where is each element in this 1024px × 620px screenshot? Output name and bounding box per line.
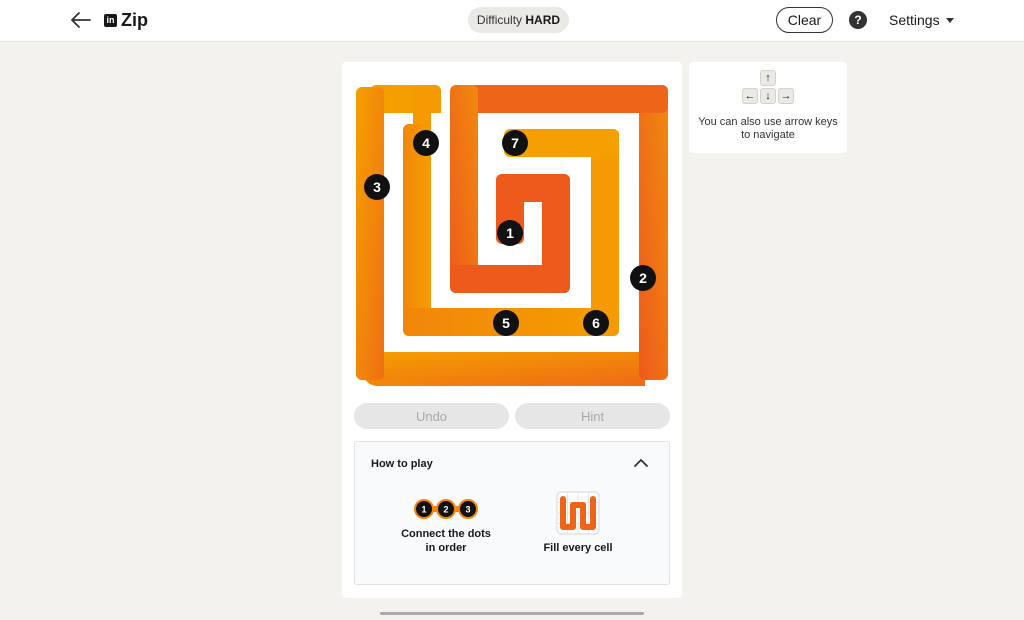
back-arrow-icon [71, 12, 91, 28]
settings-menu[interactable]: Settings [889, 12, 954, 28]
board-gap [524, 202, 542, 265]
svg-text:2: 2 [639, 270, 647, 286]
arrow-keys-icon: ↑ ← ↓ → [741, 70, 795, 106]
game-board[interactable]: 1 2 3 4 5 6 7 [355, 82, 669, 386]
brand[interactable]: in Zip [104, 9, 148, 31]
keyboard-tip-text: You can also use arrow keys to navigate [698, 116, 838, 141]
back-button[interactable] [68, 9, 94, 31]
how-to-play-title: How to play [371, 458, 433, 470]
game-card: 1 2 3 4 5 6 7 Undo Hint How to play 1 2 … [342, 62, 682, 598]
board-gap [441, 85, 450, 124]
dot-1[interactable]: 1 [497, 220, 523, 246]
how-to-play-panel: How to play 1 2 3 Connect the dots in or… [354, 441, 670, 585]
arrow-down-key: ↓ [760, 88, 776, 104]
help-icon[interactable]: ? [849, 11, 867, 29]
clear-button[interactable]: Clear [776, 7, 833, 33]
caret-down-icon [945, 17, 954, 23]
chevron-up-icon[interactable] [633, 456, 649, 470]
dot-4[interactable]: 4 [413, 130, 439, 156]
svg-text:6: 6 [592, 315, 600, 331]
board-gap [478, 113, 639, 129]
rule-dot-2: 2 [443, 505, 448, 515]
difficulty-badge: Difficulty HARD [468, 7, 569, 33]
brand-name: Zip [121, 9, 148, 30]
svg-text:1: 1 [506, 225, 514, 241]
dot-2[interactable]: 2 [630, 265, 656, 291]
dot-6[interactable]: 6 [583, 310, 609, 336]
path-segment [450, 85, 478, 293]
linkedin-logo-icon: in [104, 13, 117, 27]
svg-text:3: 3 [373, 179, 381, 195]
svg-text:4: 4 [422, 135, 430, 151]
path-segment [459, 85, 668, 113]
fill-cells-icon [556, 491, 600, 535]
path-segment [639, 85, 668, 380]
hint-button[interactable]: Hint [515, 403, 670, 429]
board-gap [431, 336, 639, 352]
undo-button[interactable]: Undo [354, 403, 509, 429]
settings-label: Settings [889, 12, 940, 28]
path-segment [356, 352, 653, 380]
page-scrollbar[interactable] [380, 612, 644, 615]
difficulty-value: HARD [525, 13, 561, 27]
rule-connect-dots-text: Connect the dots in order [401, 528, 491, 554]
rule-dot-1: 1 [421, 505, 426, 515]
board-gap [478, 293, 591, 308]
path-segment [591, 129, 619, 336]
board-gap [478, 174, 496, 265]
controls-row: Undo Hint [354, 403, 670, 429]
arrow-up-key: ↑ [760, 70, 776, 86]
board-gap [619, 113, 639, 352]
rule-dot-3: 3 [465, 505, 470, 515]
board-gap [570, 157, 591, 308]
connect-dots-icon: 1 2 3 [414, 499, 478, 519]
svg-text:7: 7 [511, 135, 519, 151]
keyboard-tip-card: ↑ ← ↓ → You can also use arrow keys to n… [689, 62, 847, 153]
arrow-right-key: → [778, 88, 794, 104]
rule-fill-cells-text: Fill every cell [543, 542, 613, 554]
dot-3[interactable]: 3 [364, 174, 390, 200]
difficulty-label: Difficulty [476, 13, 526, 27]
path-segment [356, 87, 384, 380]
board-gap [496, 244, 524, 265]
svg-text:5: 5 [502, 315, 510, 331]
arrow-left-key: ← [742, 88, 758, 104]
dot-7[interactable]: 7 [502, 130, 528, 156]
dot-5[interactable]: 5 [493, 310, 519, 336]
top-bar: in Zip Difficulty HARD Clear ? Settings [0, 0, 1024, 42]
board-gap [384, 113, 403, 352]
